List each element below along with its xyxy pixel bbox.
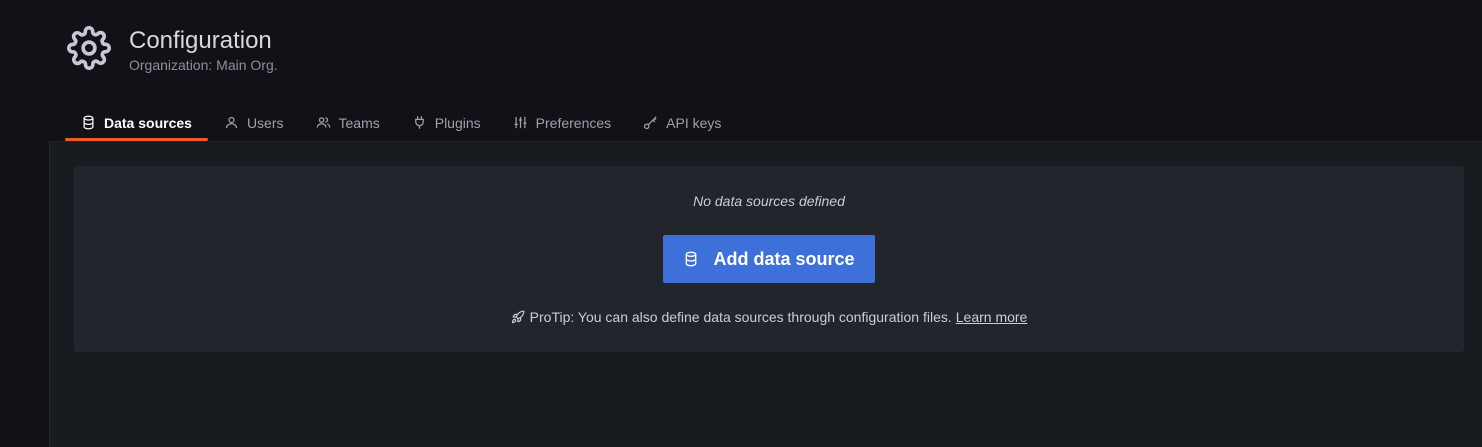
key-icon [644,116,657,130]
empty-state-card: No data sources defined Add data source … [74,166,1464,352]
tab-label: Teams [338,114,380,131]
page-subtitle: Organization: Main Org. [129,57,278,73]
tab-plugins[interactable]: Plugins [396,104,497,141]
empty-state-title: No data sources defined [693,193,845,209]
tab-label: Preferences [535,114,612,131]
page-title: Configuration [129,27,272,54]
tab-preferences[interactable]: Preferences [497,104,627,141]
tab-data-sources[interactable]: Data sources [65,104,208,141]
sliders-icon [514,116,527,129]
page-header: Configuration Organization: Main Org. [67,25,278,73]
plug-icon [414,116,424,129]
database-icon [686,251,697,267]
tab-label: Data sources [104,114,192,131]
database-icon [83,115,94,130]
tab-bar: Data sources Users Teams Plugins Prefere… [65,104,737,141]
tab-api-keys[interactable]: API keys [627,104,737,141]
tab-users[interactable]: Users [208,104,300,141]
content-panel: No data sources defined Add data source … [49,141,1482,447]
gear-icon [67,26,111,70]
protip-text: ProTip: You can also define data sources… [529,309,952,325]
user-icon [225,116,238,129]
learn-more-link[interactable]: Learn more [956,309,1028,325]
tab-label: Plugins [434,114,481,131]
tab-label: Users [246,114,284,131]
protip: ProTip: You can also define data sources… [74,309,1464,325]
tab-label: API keys [666,114,722,131]
tab-teams[interactable]: Teams [300,104,396,141]
add-data-source-button[interactable]: Add data source [663,235,875,283]
header-text: Configuration Organization: Main Org. [129,25,278,73]
configuration-page: Configuration Organization: Main Org. Da… [0,0,1482,447]
rocket-icon [511,310,525,324]
users-icon [316,117,330,128]
add-data-source-label: Add data source [713,248,855,269]
